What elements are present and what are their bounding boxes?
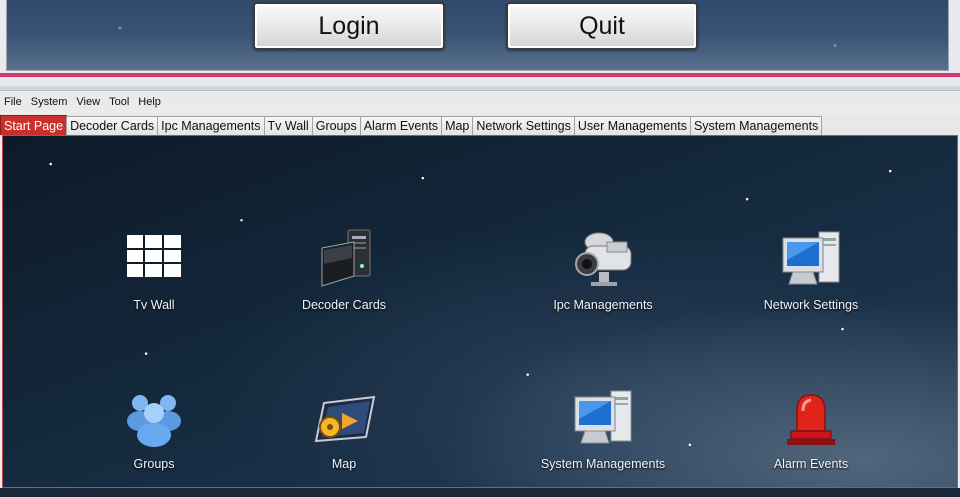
user-group-icon [122, 387, 186, 451]
tab-alarm-events[interactable]: Alarm Events [359, 116, 443, 135]
tv-wall-grid-icon [122, 228, 186, 292]
menu-system[interactable]: System [27, 96, 73, 108]
tile-tv-wall[interactable]: Tv Wall [69, 228, 239, 338]
camera-icon [571, 228, 635, 292]
tile-label: Alarm Events [773, 457, 849, 471]
tile-label: Ipc Managements [553, 298, 653, 312]
map-icon [312, 387, 376, 451]
decoder-card-icon [312, 228, 376, 292]
tab-user-managements[interactable]: User Managements [573, 116, 691, 135]
tile-label: Groups [133, 457, 175, 471]
login-window-body: Login Quit [6, 0, 949, 71]
tile-ipc-managements[interactable]: Ipc Managements [518, 228, 688, 338]
tile-system-managements[interactable]: System Managements [518, 387, 688, 497]
menu-view[interactable]: View [72, 96, 105, 108]
tile-label: Tv Wall [133, 298, 175, 312]
window-frame-top [0, 86, 960, 91]
tab-map[interactable]: Map [441, 116, 474, 135]
menu-tool[interactable]: Tool [105, 96, 134, 108]
tab-network-settings[interactable]: Network Settings [472, 116, 575, 135]
tile-decoder-cards[interactable]: Decoder Cards [259, 228, 429, 338]
system-computer-icon [571, 387, 635, 451]
tab-groups[interactable]: Groups [311, 116, 361, 135]
tile-label: Map [331, 457, 357, 471]
tab-start-page[interactable]: Start Page [0, 115, 68, 135]
start-page-panel: Tv Wall Decoder Cards Ipc Managements Ne… [2, 135, 958, 488]
tile-alarm-events[interactable]: Alarm Events [726, 387, 896, 497]
tab-tv-wall[interactable]: Tv Wall [263, 116, 313, 135]
tile-groups[interactable]: Groups [69, 387, 239, 497]
tile-map[interactable]: Map [259, 387, 429, 497]
tab-decoder-cards[interactable]: Decoder Cards [66, 116, 159, 135]
tile-network-settings[interactable]: Network Settings [726, 228, 896, 338]
tab-bar: Start Page Decoder Cards Ipc Managements… [0, 114, 960, 135]
tab-ipc-managements[interactable]: Ipc Managements [157, 116, 265, 135]
menu-help[interactable]: Help [134, 96, 166, 108]
network-computer-icon [779, 228, 843, 292]
tile-label: Decoder Cards [301, 298, 387, 312]
menu-file[interactable]: File [0, 96, 27, 108]
quit-button[interactable]: Quit [506, 2, 698, 50]
tab-system-managements[interactable]: System Managements [689, 116, 823, 135]
login-button[interactable]: Login [253, 2, 445, 50]
menu-bar: File System View Tool Help [0, 92, 960, 111]
tile-label: System Managements [540, 457, 666, 471]
alarm-siren-icon [779, 387, 843, 451]
window-gap [0, 77, 960, 86]
tile-label: Network Settings [763, 298, 859, 312]
main-application-window: File System View Tool Help Start Page De… [0, 86, 960, 488]
